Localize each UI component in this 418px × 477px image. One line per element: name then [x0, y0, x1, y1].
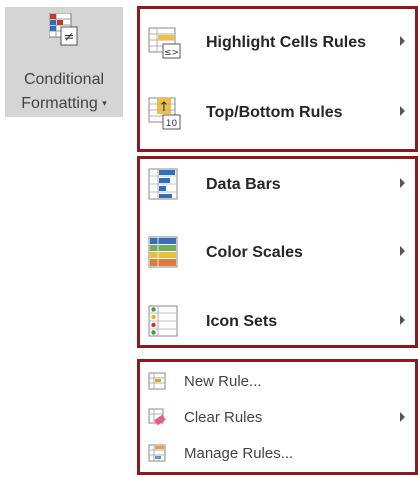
menu-item-label: Clear Rules	[184, 409, 263, 426]
chevron-down-icon: ▾	[102, 98, 107, 108]
conditional-formatting-button[interactable]: ≠ Conditional Formatting ▾	[5, 7, 123, 117]
menu-item-top-bottom-rules[interactable]: ↑ 10 Top/Bottom Rules	[140, 93, 415, 133]
highlight-cells-rules-icon: ≤>	[148, 27, 181, 59]
menu-group-rules: ≤> Highlight Cells Rules ↑ 10 Top/Bottom…	[137, 6, 418, 152]
menu-item-label: Manage Rules...	[184, 445, 294, 462]
conditional-formatting-menu: ≤> Highlight Cells Rules ↑ 10 Top/Bottom…	[131, 0, 418, 477]
chevron-right-icon	[400, 315, 405, 325]
top-bottom-rules-icon: ↑ 10	[148, 97, 181, 130]
chevron-right-icon	[400, 106, 405, 116]
menu-item-icon-sets[interactable]: Icon Sets	[140, 302, 415, 342]
menu-item-label: Color Scales	[206, 244, 303, 261]
ribbon-badge: ≠	[64, 30, 75, 45]
menu-item-label: Data Bars	[206, 176, 281, 193]
menu-item-new-rule[interactable]: New Rule...	[140, 366, 415, 396]
clear-rules-icon	[148, 408, 166, 426]
chevron-right-icon	[400, 246, 405, 256]
chevron-right-icon	[400, 36, 405, 46]
menu-item-label: New Rule...	[184, 373, 262, 390]
icon-sets-icon	[148, 305, 178, 337]
menu-group-manage: New Rule... Clear Rules Manage Rules...	[137, 359, 418, 475]
chevron-right-icon	[400, 178, 405, 188]
menu-group-visuals: Data Bars Color Scales Icon Sets	[137, 156, 418, 348]
menu-item-color-scales[interactable]: Color Scales	[140, 233, 415, 273]
menu-item-manage-rules[interactable]: Manage Rules...	[140, 438, 415, 468]
color-scales-icon	[148, 236, 178, 268]
menu-item-data-bars[interactable]: Data Bars	[140, 165, 415, 205]
menu-item-label: Icon Sets	[206, 313, 278, 330]
conditional-formatting-icon: ≠	[49, 13, 78, 46]
new-rule-icon	[148, 372, 166, 390]
ribbon-label-line1: Conditional	[23, 71, 105, 88]
ribbon-label-text: Formatting	[21, 95, 98, 112]
menu-item-highlight-cells-rules[interactable]: ≤> Highlight Cells Rules	[140, 23, 415, 63]
highlight-badge: ≤>	[164, 48, 179, 58]
chevron-right-icon	[400, 412, 405, 422]
top-bottom-badge: 10	[166, 119, 178, 129]
ribbon-label-line2: Formatting ▾	[5, 95, 123, 113]
data-bars-icon	[148, 168, 178, 200]
menu-item-label: Top/Bottom Rules	[206, 104, 343, 121]
menu-item-clear-rules[interactable]: Clear Rules	[140, 402, 415, 432]
manage-rules-icon	[148, 444, 166, 462]
menu-item-label: Highlight Cells Rules	[206, 34, 367, 51]
top-bottom-arrow: ↑	[159, 100, 170, 115]
